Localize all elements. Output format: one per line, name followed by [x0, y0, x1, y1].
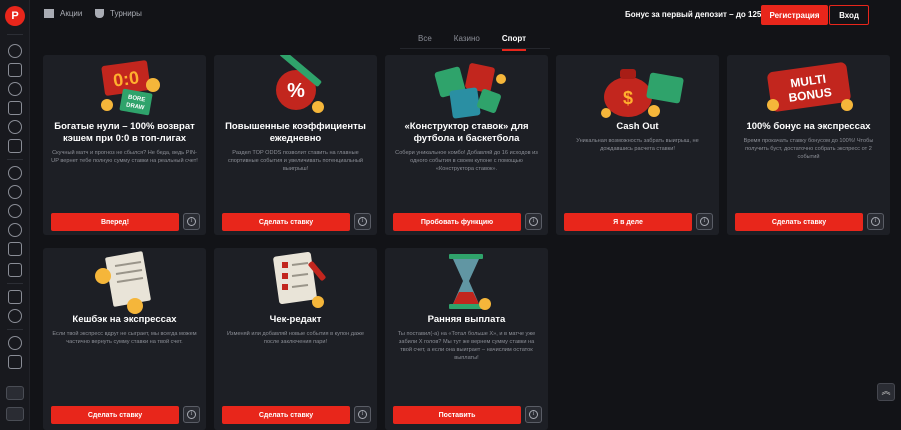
chat-icon[interactable] — [6, 386, 24, 400]
card-description: Скучный матч и прогноз не сбылся? Не бед… — [51, 150, 198, 164]
help-icon[interactable] — [8, 336, 22, 350]
gift-icon[interactable] — [8, 355, 22, 369]
trophy-icon[interactable] — [8, 166, 22, 180]
info-button[interactable]: i — [867, 213, 884, 230]
percent-arrow-icon: % — [276, 55, 324, 113]
info-button[interactable]: i — [696, 213, 713, 230]
user-icon[interactable] — [8, 63, 22, 77]
info-button[interactable]: i — [354, 213, 371, 230]
esports-icon[interactable] — [8, 223, 22, 237]
deposit-bonus-text: Бонус за первый депозит – до 125% — [625, 10, 769, 19]
promo-card: MULTI BONUS 100% бонус на экспрессах Вре… — [727, 55, 890, 235]
info-icon: i — [871, 217, 880, 226]
info-icon: i — [187, 217, 196, 226]
globe-icon[interactable] — [8, 120, 22, 134]
card-title: Богатые нули – 100% возврат кэшем при 0:… — [54, 121, 195, 144]
rocket-icon[interactable] — [8, 82, 22, 96]
card-title: Кешбэк на экспрессах — [72, 314, 177, 325]
trophy-icon — [95, 9, 104, 18]
card-title: Ранняя выплата — [427, 314, 506, 325]
info-icon: i — [358, 217, 367, 226]
checklist-icon — [273, 251, 326, 308]
promo-card: «Конструктор ставок» для футбола и баске… — [385, 55, 548, 235]
info-icon: i — [529, 217, 538, 226]
info-icon: i — [187, 410, 196, 419]
info-icon: i — [700, 217, 709, 226]
card-description: Уникальная возможность забрать выигрыш, … — [576, 138, 699, 152]
sidebar-divider — [7, 159, 23, 160]
gun-icon[interactable] — [8, 290, 22, 304]
card-cta-button[interactable]: Поставить — [393, 406, 521, 424]
sidebar-divider — [7, 329, 23, 330]
info-button[interactable]: i — [525, 213, 542, 230]
settings-icon[interactable] — [8, 44, 22, 58]
tv-icon[interactable] — [8, 242, 22, 256]
card-description: Собери уникальное комбо! Добавляй до 16 … — [395, 150, 538, 172]
bet-builder-cubes-icon — [434, 63, 506, 119]
svg-text:%: % — [287, 80, 305, 102]
info-button[interactable]: i — [183, 213, 200, 230]
sidebar-divider — [7, 283, 23, 284]
scroll-to-top-button[interactable]: ︽ — [877, 383, 895, 401]
info-button[interactable]: i — [354, 406, 371, 423]
card-description: Изменяй или добавляй новые события в куп… — [227, 331, 364, 345]
promotions-label: Акции — [60, 9, 83, 18]
card-title: Cash Out — [616, 121, 659, 132]
promo-card: 0:0 BORE DRAW Богатые нули – 100% возвра… — [43, 55, 206, 235]
sidebar: P — [0, 0, 30, 430]
card-title: «Конструктор ставок» для футбола и баске… — [404, 121, 529, 144]
svg-text:$: $ — [623, 88, 633, 108]
logo-letter: P — [11, 10, 19, 22]
target-icon[interactable] — [8, 204, 22, 218]
table-icon[interactable] — [8, 263, 22, 277]
promo-card: $ Cash Out Уникальная возможность забрат… — [556, 55, 719, 235]
scoreboard-text: 0:0 — [112, 67, 141, 90]
info-icon: i — [529, 410, 538, 419]
promo-card: % Повышенные коэффициенты ежедневно Разд… — [214, 55, 377, 235]
promo-card: Кешбэк на экспрессах Если твой экспресс … — [43, 248, 206, 430]
info-button[interactable]: i — [525, 406, 542, 423]
register-button[interactable]: Регистрация — [761, 5, 828, 25]
hourglass-icon — [449, 254, 491, 310]
card-title: 100% бонус на экспрессах — [746, 121, 871, 132]
app-icon[interactable] — [6, 407, 24, 421]
live-icon[interactable] — [8, 101, 22, 115]
card-description: Время прокачать ставку бонусом до 100%! … — [743, 138, 874, 160]
tabs-divider — [400, 48, 550, 49]
tournaments-link[interactable]: Турниры — [95, 9, 142, 18]
multi-bonus-badge-icon: MULTI BONUS — [767, 62, 853, 112]
receipt-icon — [95, 251, 151, 314]
logo[interactable]: P — [5, 6, 25, 26]
card-cta-button[interactable]: Сделать ставку — [222, 213, 350, 231]
card-cta-button[interactable]: Я в деле — [564, 213, 692, 231]
card-cta-button[interactable]: Пробовать функцию — [393, 213, 521, 231]
promo-card: Чек-редакт Изменяй или добавляй новые со… — [214, 248, 377, 430]
login-button[interactable]: Вход — [829, 5, 869, 25]
sidebar-divider — [7, 34, 23, 35]
card-title: Чек-редакт — [269, 314, 322, 325]
card-cta-button[interactable]: Сделать ставку — [51, 406, 179, 424]
card-description: Ты поставил(-а) на «Тотал больше Х», и в… — [397, 331, 536, 361]
card-cta-button[interactable]: Сделать ставку — [222, 406, 350, 424]
money-bag-icon: $ — [601, 69, 684, 118]
promo-card: Ранняя выплата Ты поставил(-а) на «Тотал… — [385, 248, 548, 430]
card-description: Если твой экспресс вдруг не сыграет, мы … — [52, 331, 197, 345]
tournaments-label: Турниры — [110, 9, 142, 18]
bore-draw-scoreboard-icon: 0:0 BORE DRAW — [101, 60, 160, 116]
football-icon[interactable] — [8, 185, 22, 199]
info-icon: i — [358, 410, 367, 419]
card-title: Повышенные коэффициенты ежедневно — [225, 121, 366, 144]
megaphone-icon — [44, 9, 54, 18]
card-cta-button[interactable]: Сделать ставку — [735, 213, 863, 231]
casino-icon[interactable] — [8, 139, 22, 153]
card-description: Раздел TOP ODDS позволит ставить на глав… — [227, 150, 364, 172]
info-button[interactable]: i — [183, 406, 200, 423]
search-icon[interactable] — [8, 309, 22, 323]
promotions-link[interactable]: Акции — [44, 9, 82, 18]
card-cta-button[interactable]: Вперед! — [51, 213, 179, 231]
